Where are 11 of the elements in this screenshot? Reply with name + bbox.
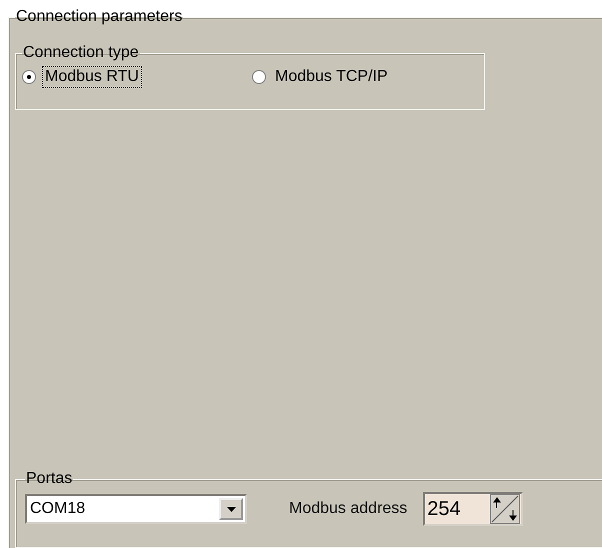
- radio-label[interactable]: Modbus TCP/IP: [272, 66, 391, 88]
- radio-button[interactable]: [22, 70, 36, 84]
- panel-title: Connection parameters: [15, 8, 184, 26]
- address-label: Modbus address: [289, 500, 408, 518]
- address-spinner[interactable]: 254: [423, 492, 524, 526]
- group-title: Portas: [25, 470, 74, 488]
- group-title: Connection type: [22, 44, 140, 62]
- up-down-arrows-icon[interactable]: [490, 494, 520, 524]
- port-dropdown[interactable]: COM18: [25, 494, 247, 524]
- radio-label[interactable]: Modbus RTU: [42, 66, 142, 88]
- radio-button[interactable]: [252, 70, 266, 84]
